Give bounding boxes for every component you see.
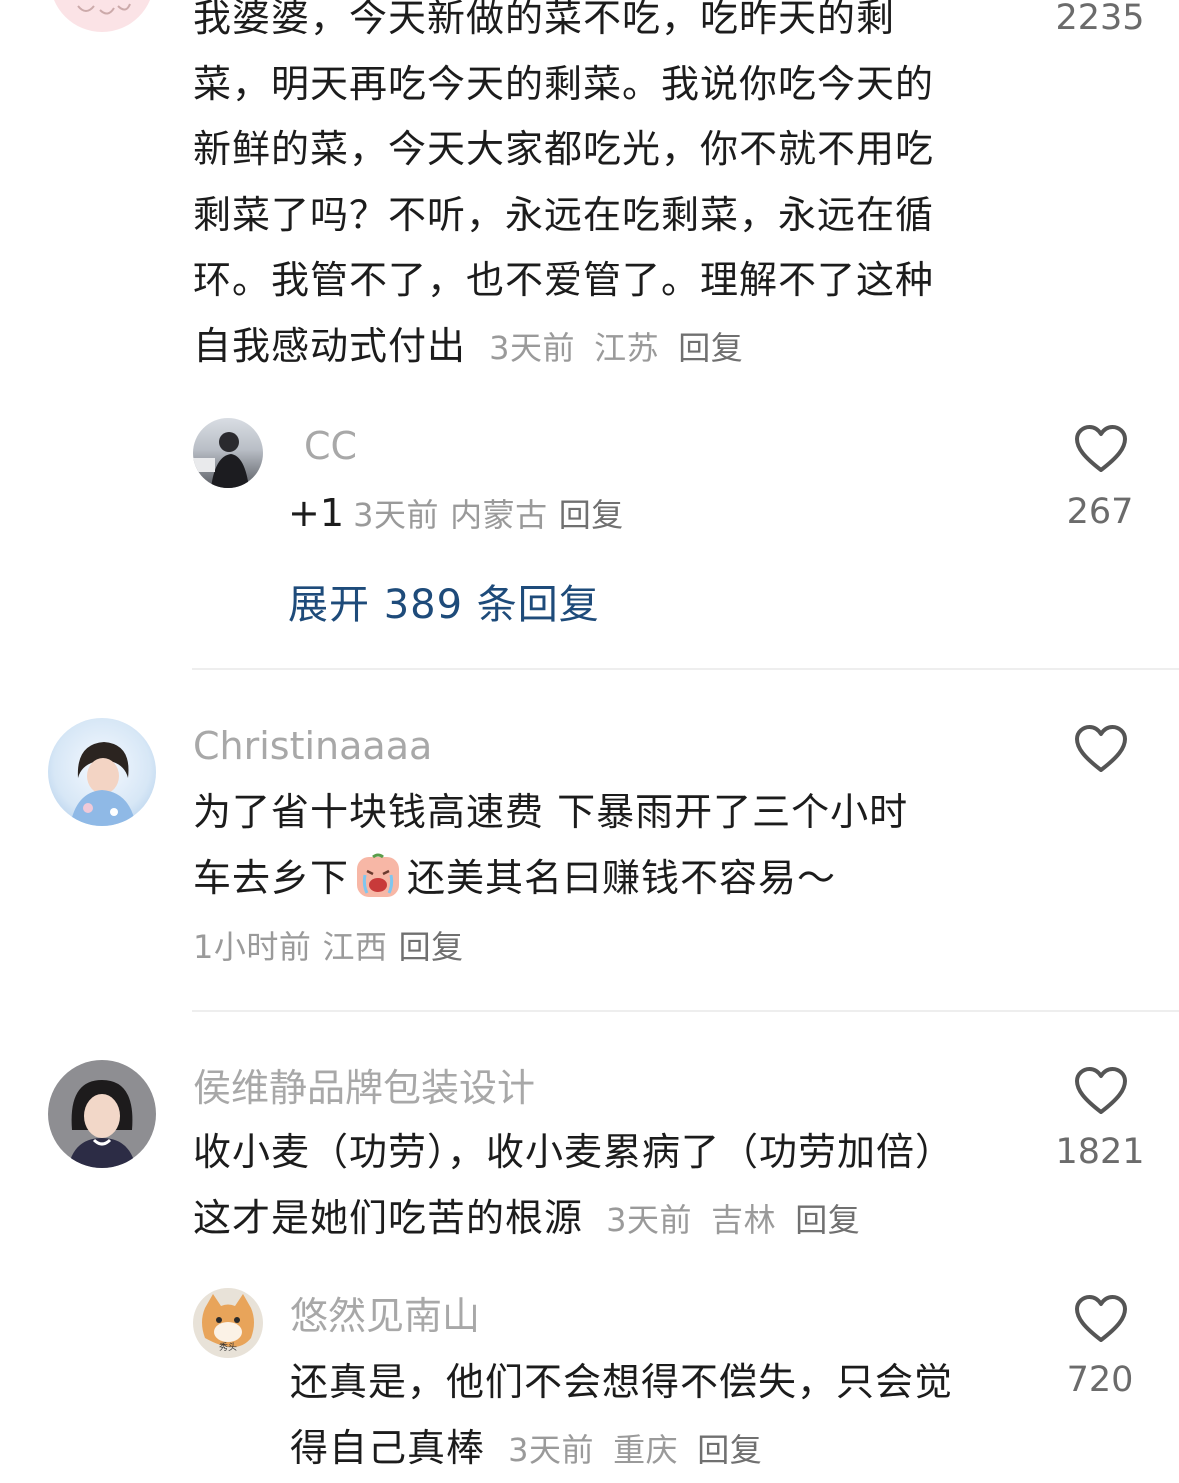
- heart-outline-icon[interactable]: [1074, 724, 1128, 774]
- like-count: 720: [1050, 1360, 1150, 1400]
- reply-time: 3天前: [353, 496, 439, 534]
- heart-outline-icon[interactable]: [1074, 1294, 1128, 1344]
- comment-body: 为了省十块钱高速费 下暴雨开了三个小时 车去乡下 还美其名曰赚钱不容易～: [193, 780, 1033, 911]
- divider: [192, 1010, 1179, 1012]
- reply-line-with-meta: 得自己真棒 3天前 重庆 回复: [290, 1416, 1050, 1483]
- comment-time: 3天前: [489, 329, 575, 367]
- reply-button[interactable]: 回复: [795, 1201, 860, 1239]
- reply-avatar[interactable]: [193, 418, 263, 488]
- reply-button[interactable]: 回复: [678, 329, 743, 367]
- divider: [192, 668, 1179, 670]
- like-count: 1821: [1050, 1132, 1150, 1172]
- reply-button[interactable]: 回复: [399, 928, 464, 966]
- comment-location: 吉林: [711, 1201, 776, 1239]
- comment-time: 3天前: [606, 1201, 692, 1239]
- reply-username[interactable]: 悠然见南山: [290, 1292, 480, 1340]
- reply-body: +1 3天前 内蒙古 回复: [288, 488, 624, 546]
- reply-button[interactable]: 回复: [559, 496, 624, 534]
- reply-line: 还真是，他们不会想得不偿失，只会觉: [290, 1350, 1050, 1416]
- comment-line: 新鲜的菜，今天大家都吃光，你不就不用吃: [193, 117, 1033, 183]
- comment-location: 江西: [322, 928, 387, 966]
- comment-line: 车去乡下 还美其名曰赚钱不容易～: [193, 846, 1033, 912]
- comment-text: 车去乡下: [193, 856, 349, 900]
- comment-line: 剩菜了吗？不听，永远在吃剩菜，永远在循: [193, 183, 1033, 249]
- comment-line-with-meta: 自我感动式付出 3天前 江苏 回复: [193, 314, 1033, 382]
- avatar-caption: 秀头: [219, 1341, 237, 1353]
- comment-body: 收小麦（功劳），收小麦累病了（功劳加倍） 这才是她们吃苦的根源 3天前 吉林 回…: [193, 1120, 1053, 1253]
- comment-line: 环。我管不了，也不爱管了。理解不了这种: [193, 248, 1033, 314]
- comment-line: 这才是她们吃苦的根源: [193, 1196, 583, 1240]
- reply-avatar[interactable]: 秀头: [193, 1288, 263, 1358]
- reply-time: 3天前: [508, 1431, 594, 1469]
- expand-replies-button[interactable]: 展开 389 条回复: [288, 572, 600, 630]
- reply-text: +1: [288, 491, 344, 535]
- like-count: 267: [1050, 492, 1150, 532]
- reply-location: 重庆: [613, 1431, 678, 1469]
- comment-location: 江苏: [594, 329, 659, 367]
- commenter-avatar[interactable]: [50, 0, 154, 32]
- commenter-username[interactable]: 侯维静品牌包装设计: [193, 1064, 535, 1112]
- comment-line: 我婆婆，今天新做的菜不吃，吃昨天的剩: [193, 0, 1033, 52]
- comment-line: 菜，明天再吃今天的剩菜。我说你吃今天的: [193, 52, 1033, 118]
- comment-line: 自我感动式付出: [193, 324, 466, 368]
- reply-body: 还真是，他们不会想得不偿失，只会觉 得自己真棒 3天前 重庆 回复: [290, 1350, 1050, 1483]
- heart-outline-icon[interactable]: [1074, 424, 1128, 474]
- like-count: 2235: [1050, 0, 1150, 38]
- commenter-avatar[interactable]: [48, 1060, 156, 1168]
- reply-location: 内蒙古: [450, 496, 548, 534]
- commenter-username[interactable]: Christinaaaa: [193, 722, 432, 770]
- comment-time: 1小时前: [193, 928, 311, 966]
- comment-meta: 1小时前 江西 回复: [193, 922, 464, 968]
- commenter-avatar[interactable]: [48, 718, 156, 826]
- reply-username[interactable]: CC: [304, 422, 357, 470]
- comment-line-with-meta: 这才是她们吃苦的根源 3天前 吉林 回复: [193, 1186, 1053, 1254]
- comment-line: 收小麦（功劳），收小麦累病了（功劳加倍）: [193, 1120, 1053, 1186]
- heart-outline-icon[interactable]: [1074, 1066, 1128, 1116]
- reply-button[interactable]: 回复: [697, 1431, 762, 1469]
- comment-text: 还美其名曰赚钱不容易～: [407, 856, 836, 900]
- crying-face-emoji: [355, 853, 401, 899]
- comment-line: 为了省十块钱高速费 下暴雨开了三个小时: [193, 780, 1033, 846]
- reply-line: 得自己真棒: [290, 1426, 485, 1470]
- comment-body: 我婆婆，今天新做的菜不吃，吃昨天的剩 菜，明天再吃今天的剩菜。我说你吃今天的 新…: [193, 0, 1033, 381]
